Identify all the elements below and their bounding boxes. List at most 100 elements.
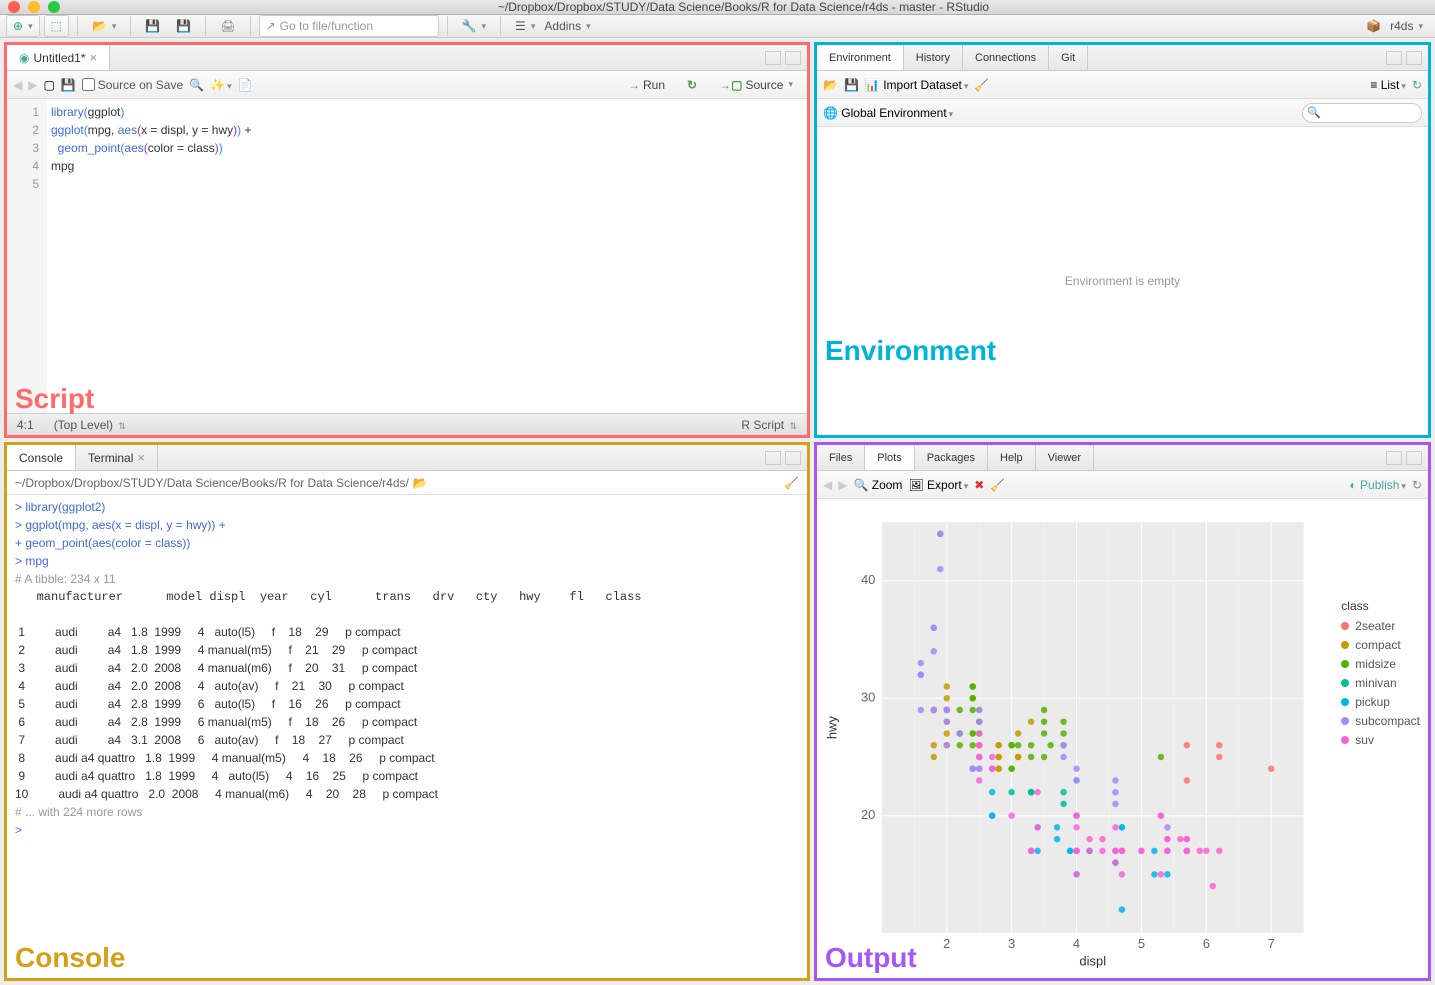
save-button[interactable]: 💾 [139,15,166,37]
svg-text:20: 20 [861,807,875,822]
maximize-pane-icon[interactable] [1406,51,1422,65]
tab-history[interactable]: History [904,45,963,70]
tools-button[interactable]: 🔧▾ [456,15,492,37]
plot-canvas: 2 3 4 5 6 7 20 30 40 displ hwy class 2seater compac… [817,499,1428,978]
tab-files[interactable]: Files [817,445,865,470]
minimize-window-icon[interactable] [28,1,40,13]
wand-icon[interactable]: ✨▾ [210,78,231,92]
clear-objects-icon[interactable]: 🧹 [974,78,989,92]
source-on-save-checkbox[interactable]: Source on Save [82,78,183,92]
zoom-window-icon[interactable] [48,1,60,13]
filetype-selector[interactable]: R Script ⇅ [741,418,797,432]
working-directory: ~/Dropbox/Dropbox/STUDY/Data Science/Boo… [15,476,409,490]
workdir-menu-icon[interactable]: 📂 [413,476,428,490]
minimize-pane-icon[interactable] [765,451,781,465]
close-tab-icon[interactable]: × [90,50,98,65]
terminal-tab[interactable]: Terminal× [76,445,158,470]
run-button[interactable]: →Run [620,78,673,92]
legend-item: minivan [1341,676,1420,690]
maximize-pane-icon[interactable] [785,451,801,465]
console-output[interactable]: > library(ggplot2) > ggplot(mpg, aes(x =… [7,495,807,978]
plot-back-icon[interactable]: ◀ [823,478,832,492]
save-all-button[interactable]: 💾 [170,15,197,37]
tab-help[interactable]: Help [988,445,1036,470]
refresh-plot-icon[interactable]: ↻ [1412,478,1422,492]
window-title: ~/Dropbox/Dropbox/STUDY/Data Science/Boo… [60,0,1427,14]
tab-plots[interactable]: Plots [865,445,914,470]
tab-environment[interactable]: Environment [817,45,904,70]
scope-selector[interactable]: (Top Level) ⇅ [54,418,126,432]
project-menu[interactable]: 📦 r4ds▾ [1360,15,1429,37]
maximize-pane-icon[interactable] [1406,451,1422,465]
remove-plot-icon[interactable]: ✖ [974,478,984,492]
tab-connections[interactable]: Connections [963,45,1049,70]
legend-item: midsize [1341,657,1420,671]
tab-packages[interactable]: Packages [915,445,988,470]
svg-text:6: 6 [1203,936,1210,951]
svg-text:30: 30 [861,689,875,704]
tab-git[interactable]: Git [1049,45,1088,70]
open-file-button[interactable]: 📂▾ [86,15,122,37]
main-toolbar: ⊕▾ ⬚ 📂▾ 💾 💾 🖨 ↗ Go to file/function 🔧▾ ☰… [0,15,1435,38]
environment-scope-button[interactable]: 🌐 Global Environment▾ [823,106,953,120]
import-dataset-button[interactable]: 📊 Import Dataset▾ [865,78,969,92]
show-in-new-window-icon[interactable]: ▢ [43,78,54,92]
publish-button[interactable]: ◐ Publish▾ [1349,478,1405,492]
maximize-pane-icon[interactable] [785,51,801,65]
clear-plots-icon[interactable]: 🧹 [990,478,1005,492]
minimize-pane-icon[interactable] [1386,51,1402,65]
script-tab[interactable]: ◉ Untitled1* × [7,45,110,70]
goto-icon: ↗ [266,19,276,33]
print-button[interactable]: 🖨 [214,15,241,37]
svg-text:3: 3 [1008,936,1015,951]
script-pane: ◉ Untitled1* × ◀ ▶ ▢ 💾 Source on Save 🔍 … [4,42,810,438]
svg-text:5: 5 [1138,936,1145,951]
svg-text:7: 7 [1268,936,1275,951]
new-file-button[interactable]: ⊕▾ [6,15,40,37]
compile-icon[interactable]: 📄 [238,78,253,92]
code-editor[interactable]: 12345 library(ggplot) ggplot(mpg, aes(x … [7,99,807,413]
svg-text:40: 40 [861,572,875,587]
svg-text:hwy: hwy [824,716,839,740]
svg-text:displ: displ [1079,954,1106,969]
minimize-pane-icon[interactable] [765,51,781,65]
legend-title: class [1341,599,1420,613]
save-workspace-icon[interactable]: 💾 [844,78,859,92]
search-icon: 🔍 [1307,106,1321,119]
svg-text:4: 4 [1073,936,1080,951]
refresh-env-icon[interactable]: ↻ [1412,78,1422,92]
legend-item: suv [1341,733,1420,747]
search-environment-input[interactable]: 🔍 [1302,103,1422,123]
back-icon[interactable]: ◀ [13,78,22,92]
plots-pane: FilesPlotsPackagesHelpViewer ◀ ▶ 🔍 Zoom … [814,442,1431,981]
rscript-icon: ◉ [19,51,29,65]
cursor-position: 4:1 [17,418,34,432]
find-icon[interactable]: 🔍 [189,78,204,92]
clear-console-icon[interactable]: 🧹 [784,476,799,490]
save-icon[interactable]: 💾 [61,78,76,92]
new-project-button[interactable]: ⬚ [44,15,69,37]
plot-forward-icon[interactable]: ▶ [838,478,847,492]
zoom-button[interactable]: 🔍 Zoom [853,478,902,492]
rerun-button[interactable]: ↻ [679,78,705,92]
close-window-icon[interactable] [8,1,20,13]
console-tab[interactable]: Console [7,445,76,470]
console-pane: Console Terminal× ~/Dropbox/Dropbox/STUD… [4,442,810,981]
environment-pane: EnvironmentHistoryConnectionsGit 📂 💾 📊 I… [814,42,1431,438]
source-button[interactable]: →▢Source▾ [711,78,801,92]
legend-item: 2seater [1341,619,1420,633]
svg-text:2: 2 [943,936,950,951]
load-workspace-icon[interactable]: 📂 [823,78,838,92]
titlebar: ~/Dropbox/Dropbox/STUDY/Data Science/Boo… [0,0,1435,15]
forward-icon[interactable]: ▶ [28,78,37,92]
list-view-button[interactable]: ≡ List▾ [1370,78,1406,92]
goto-file-input[interactable]: ↗ Go to file/function [259,15,439,37]
legend-item: compact [1341,638,1420,652]
minimize-pane-icon[interactable] [1386,451,1402,465]
environment-empty-message: Environment is empty [817,127,1428,435]
legend-item: subcompact [1341,714,1420,728]
addins-button[interactable]: ☰▾ Addins▾ [509,15,597,37]
tab-viewer[interactable]: Viewer [1036,445,1094,470]
export-button[interactable]: 🖼 Export▾ [908,478,968,492]
legend-item: pickup [1341,695,1420,709]
